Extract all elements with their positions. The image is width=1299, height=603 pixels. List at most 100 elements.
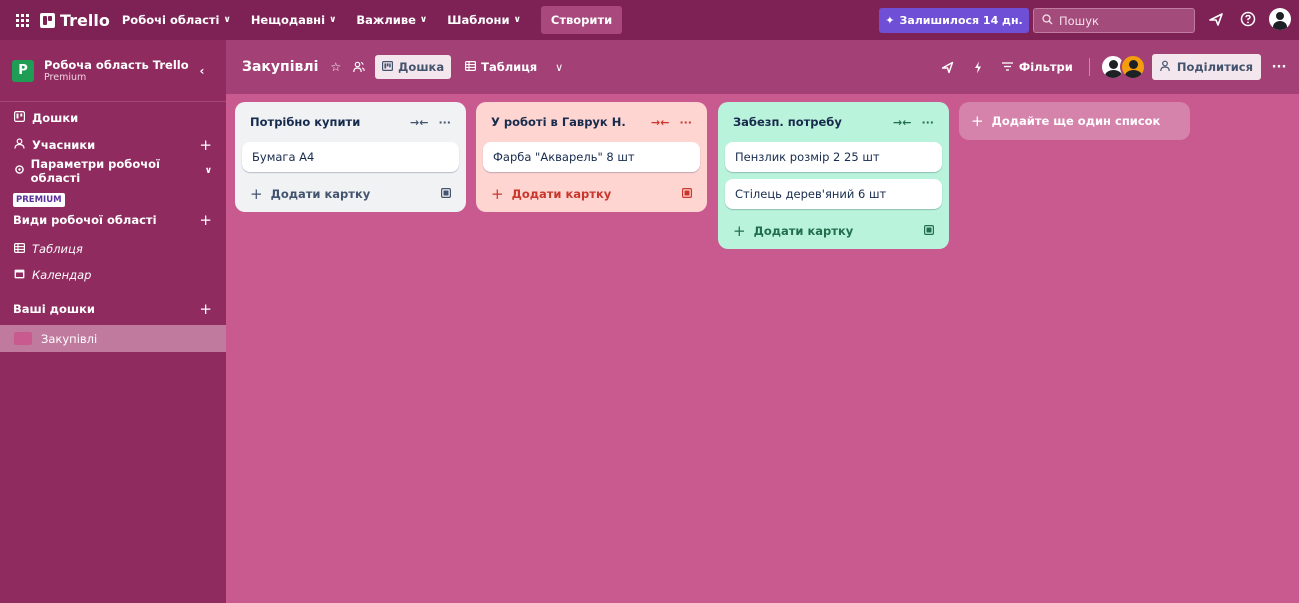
chevron-down-icon: ∨	[513, 15, 521, 25]
list-menu-icon[interactable]: ···	[679, 116, 692, 129]
nav-workspaces-label: Робочі області	[121, 13, 220, 27]
list-to-buy: Потрібно купити →← ··· Бумага А4 + Додат…	[235, 102, 466, 212]
list-title[interactable]: Потрібно купити	[250, 115, 360, 129]
filter-icon	[1001, 60, 1013, 74]
filters-label: Фільтри	[1018, 60, 1073, 74]
sparkle-icon: ✦	[885, 14, 895, 27]
views-dropdown-icon[interactable]: ∨	[549, 54, 569, 80]
sidebar-board-label: Закупівлі	[41, 331, 98, 346]
workspace-badge: P	[12, 59, 34, 82]
nav-templates-button[interactable]: Шаблони ∨	[437, 5, 531, 35]
nav-starred-button[interactable]: Важливе ∨	[346, 5, 437, 35]
add-card-label: Додати картку	[270, 187, 371, 201]
member-avatar[interactable]	[1119, 54, 1146, 80]
filters-button[interactable]: Фільтри	[996, 60, 1079, 74]
sidebar-item-table-label: Таблиця	[32, 242, 83, 256]
list-menu-icon[interactable]: ···	[921, 116, 934, 129]
logo-text: Trello	[60, 10, 110, 30]
chevron-down-icon: ∨	[223, 15, 231, 25]
board-title[interactable]: Закупівлі	[236, 59, 324, 75]
chevron-down-icon: ∨	[204, 166, 212, 176]
board-header-actions: Фільтри Поділитися ···	[936, 54, 1291, 80]
share-button[interactable]: Поділитися	[1151, 54, 1261, 80]
trial-label: Залишилося 14 дн.	[899, 14, 1023, 27]
sidebar: P Робоча область Trello Premium ‹ Дошки …	[0, 40, 226, 603]
gear-icon	[14, 164, 31, 178]
sidebar-item-calendar[interactable]: Календар	[0, 262, 226, 288]
megaphone-icon[interactable]	[1205, 8, 1227, 30]
plus-icon: +	[971, 112, 984, 130]
list-header[interactable]: Забезп. потребу →← ···	[725, 102, 942, 142]
rocket-icon[interactable]	[936, 54, 960, 80]
search-placeholder: Пошук	[1059, 13, 1099, 28]
add-card-button[interactable]: + Додати картку	[242, 176, 459, 212]
person-add-icon	[1160, 60, 1172, 75]
add-board-icon[interactable]: +	[199, 300, 212, 318]
top-navigation-bar: Trello Робочі області ∨ Нещодавні ∨ Важл…	[0, 0, 1299, 40]
list-header[interactable]: У роботі в Гаврук Н. →← ···	[483, 102, 700, 142]
list-title[interactable]: Забезп. потребу	[733, 115, 842, 129]
search-input[interactable]: Пошук	[1033, 8, 1195, 33]
collapse-list-icon[interactable]: →←	[893, 116, 911, 129]
add-list-button[interactable]: + Додайте ще один список	[959, 102, 1190, 140]
plus-icon: +	[250, 185, 263, 203]
trello-logo[interactable]: Trello	[40, 11, 110, 30]
sidebar-item-calendar-label: Календар	[32, 268, 92, 282]
card[interactable]: Бумага А4	[242, 142, 459, 172]
lightning-icon[interactable]	[966, 54, 990, 80]
board-view-button[interactable]: Дошка	[375, 55, 452, 79]
calendar-icon	[14, 269, 32, 282]
card-template-icon[interactable]	[441, 187, 452, 201]
plus-icon: +	[491, 185, 504, 203]
card[interactable]: Фарба "Акварель" 8 шт	[483, 142, 700, 172]
sidebar-item-boards-label: Дошки	[32, 111, 79, 125]
sidebar-item-table[interactable]: Таблиця	[0, 236, 226, 262]
add-card-label: Додати картку	[511, 187, 612, 201]
card[interactable]: Пензлик розмір 2 25 шт	[725, 142, 942, 172]
nav-recent-label: Нещодавні	[250, 13, 326, 27]
card-template-icon[interactable]	[682, 187, 693, 201]
premium-tag: PREMIUM	[13, 193, 65, 207]
board-view-label: Дошка	[398, 60, 445, 74]
header-divider	[1088, 58, 1090, 76]
add-card-button[interactable]: + Додати картку	[483, 176, 700, 212]
sidebar-item-settings[interactable]: Параметри робочої області ∨	[0, 157, 226, 185]
card-template-icon[interactable]	[924, 224, 935, 238]
card[interactable]: Стілець дерев'яний 6 шт	[725, 179, 942, 209]
collapse-sidebar-icon[interactable]: ‹	[191, 60, 213, 82]
list-header[interactable]: Потрібно купити →← ···	[242, 102, 459, 142]
table-icon	[14, 242, 32, 256]
table-view-button[interactable]: Таблиця	[457, 60, 545, 74]
sidebar-item-members-label: Учасники	[32, 138, 96, 152]
chevron-down-icon: ∨	[419, 15, 428, 25]
sidebar-board-item[interactable]: Закупівлі	[0, 325, 226, 352]
add-member-icon[interactable]: +	[199, 136, 212, 154]
table-view-label: Таблиця	[481, 60, 538, 74]
add-card-button[interactable]: + Додати картку	[725, 213, 942, 249]
boards-header-label: Ваші дошки	[13, 302, 95, 316]
nav-recent-button[interactable]: Нещодавні ∨	[241, 5, 347, 35]
collapse-list-icon[interactable]: →←	[410, 116, 428, 129]
list-menu-icon[interactable]: ···	[438, 116, 451, 129]
trial-button[interactable]: ✦ Залишилося 14 дн.	[879, 8, 1029, 33]
nav-templates-label: Шаблони	[447, 13, 510, 27]
add-view-icon[interactable]: +	[199, 211, 212, 229]
more-icon[interactable]: ···	[1267, 54, 1291, 80]
list-title[interactable]: У роботі в Гаврук Н.	[491, 115, 626, 129]
board-members[interactable]	[1099, 54, 1146, 80]
sidebar-boards-header: Ваші дошки +	[0, 296, 226, 322]
nav-workspaces-button[interactable]: Робочі області ∨	[122, 5, 241, 35]
help-icon[interactable]	[1237, 8, 1259, 30]
grid-icon[interactable]	[8, 6, 36, 34]
add-card-label: Додати картку	[753, 224, 854, 238]
create-button[interactable]: Створити	[540, 6, 623, 34]
board-icon	[382, 60, 394, 74]
sidebar-item-members[interactable]: Учасники +	[0, 132, 226, 158]
table-icon	[465, 60, 477, 74]
visibility-icon[interactable]	[347, 54, 371, 80]
sidebar-item-boards[interactable]: Дошки	[0, 105, 226, 131]
collapse-list-icon[interactable]: →←	[651, 116, 669, 129]
board-header: Закупівлі ☆ Дошка Таблиця ∨ Фільтри Поді…	[226, 40, 1299, 94]
star-icon[interactable]: ☆	[324, 54, 347, 80]
user-avatar[interactable]	[1269, 8, 1291, 30]
